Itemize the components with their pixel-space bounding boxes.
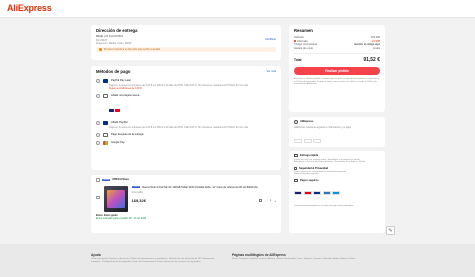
place-order-button[interactable]: Realizar pedido: [294, 67, 380, 75]
product-variant[interactable]: Gris grafito: [132, 191, 277, 194]
store-checkbox[interactable]: [96, 178, 100, 182]
summary-legal-text: Al pulsar en 'Realizar pedido', confirmo…: [294, 78, 380, 86]
paypal-icon: [313, 191, 321, 196]
visa-icon: [109, 109, 114, 112]
radio-button[interactable]: [96, 79, 100, 83]
truck-icon: [294, 154, 298, 158]
card-brand-icons: [96, 99, 276, 117]
payment-method-label: Google Pay: [111, 141, 125, 145]
address-name: Zhnki: [96, 35, 103, 38]
credit-card-icon: [103, 94, 108, 98]
payment-method-paypal-later[interactable]: PayPal Pay Later Paga en 3 meses sin int…: [96, 79, 276, 90]
address-notice: Por favor introduce tu dirección para re…: [96, 46, 276, 52]
payment-method-warn: Sujeto a condiciones de 3,00 €: [109, 87, 142, 90]
card-icon: [294, 179, 298, 183]
radio-button[interactable]: [96, 133, 100, 137]
footer-multilingual-title: Páginas multilingües de AliExpress: [232, 253, 286, 257]
address-title: Dirección de entrega: [96, 28, 138, 33]
paypal-icon: [103, 121, 108, 125]
maestro-icon: [332, 191, 340, 196]
lock-icon: [294, 166, 297, 170]
product-price: 169,32€: [131, 198, 146, 203]
badge-icon: [303, 138, 312, 143]
choice-badge: Choice: [131, 185, 141, 188]
footer-help-title: Ayuda: [91, 253, 101, 257]
aliexpress-logo[interactable]: AliExpress: [7, 3, 52, 13]
protect-card: AliExpress AliExpress mantiene seguras t…: [289, 117, 385, 147]
store-badge: Tienda: [101, 178, 111, 181]
edit-floating-button[interactable]: ✎: [386, 226, 395, 235]
product-image[interactable]: [103, 185, 128, 212]
footer-help-links[interactable]: Centro de ayuda, Disputas y denuncias, P…: [91, 258, 216, 264]
radio-button[interactable]: [96, 141, 100, 145]
payment-method-label: Pago después de la entrega: [111, 133, 144, 137]
product-title[interactable]: Xiaomi Redmi Pad SE 4G 128GB Tablet WiFi…: [142, 186, 258, 190]
footer: Ayuda Centro de ayuda, Disputas y denunc…: [0, 244, 475, 277]
store-card: Tienda XITECH Store Choice Xiaomi Redmi …: [91, 175, 281, 233]
security-title: Seguridad & Privacidad: [299, 166, 329, 170]
protect-desc: AliExpress mantiene seguras tu informaci…: [294, 126, 352, 129]
summary-card: Resumen Subtotal 193,32€ Ahorrado -22,99€ …: [289, 25, 385, 112]
visa-icon: [294, 191, 302, 196]
mastercard-icon: [115, 109, 120, 112]
payment-method-label: PayPal Pay Later: [111, 79, 132, 83]
footer-multilingual-links[interactable]: Ruso, Portugués, Español, Francés, Alemá…: [232, 258, 382, 261]
delivery-guarantee-item: Reembolso si los artículos llegan dañado…: [294, 160, 366, 163]
amex-icon: [322, 191, 331, 196]
guarantees-card: Entrega rápida Cupón de 2,00€ por entreg…: [289, 151, 385, 233]
radio-button[interactable]: [96, 121, 100, 125]
payment-logos: [294, 185, 380, 203]
payment-method-google-pay[interactable]: Google Pay: [96, 141, 276, 145]
google-pay-icon: [103, 141, 108, 145]
badge-icon: [294, 138, 302, 143]
delivery-estimate: Envío estimado para el pedido 09 - 16 oc…: [96, 216, 147, 220]
product-checkbox[interactable]: [96, 195, 100, 199]
change-address-link[interactable]: Modificar: [265, 38, 276, 41]
trust-badges: [294, 132, 380, 150]
payment-title: Métodos de pago: [96, 69, 131, 74]
mastercard-icon: [303, 191, 312, 196]
payment-method-label: Añadir una tarjeta nueva: [111, 94, 140, 98]
quantity-decrease-button[interactable]: −: [265, 199, 267, 203]
tablet-screen: [106, 189, 125, 208]
payments-secure-desc: Con proveedores populares, tus datos de …: [294, 204, 354, 207]
warning-icon: [99, 47, 102, 51]
summary-total: Total 91,52 €: [294, 57, 380, 63]
payment-method-desc: Paga en 3 meses sin intereses de 0,00 € …: [109, 126, 249, 129]
address-notice-text: Por favor introduce tu dirección para re…: [104, 47, 161, 51]
payment-card: Métodos de pago Ver más PayPal Pay Later…: [91, 66, 281, 170]
cash-icon: [103, 133, 108, 137]
payment-method-new-card[interactable]: Añadir una tarjeta nueva: [96, 94, 276, 117]
pencil-icon: ✎: [388, 227, 393, 234]
store-name[interactable]: XITECH Store: [112, 178, 129, 182]
badge-icon: [313, 138, 321, 143]
top-bar: AliExpress: [0, 0, 475, 18]
delivery-guarantee-title: Entrega rápida: [300, 154, 319, 157]
payment-method-paypal[interactable]: Añadir PayPal Paga en 3 meses sin intere…: [96, 121, 276, 129]
summary-row-shipping: Gastos de envío Gratis: [294, 46, 380, 50]
address-phone: +34 2913379661: [103, 35, 124, 38]
discount-icon: [294, 39, 296, 42]
address-card: Dirección de entrega Zhnki +34 291337966…: [91, 25, 281, 60]
trash-icon[interactable]: [259, 198, 263, 203]
payments-secure-title: Pagos seguros: [300, 179, 319, 182]
paypal-icon: [103, 79, 108, 83]
payment-method-pay-on-delivery[interactable]: Pago después de la entrega: [96, 133, 276, 137]
protect-title: AliExpress: [300, 120, 314, 124]
summary-title: Resumen: [294, 28, 313, 33]
radio-button[interactable]: [96, 94, 100, 98]
quantity-stepper: − 1 +: [259, 199, 276, 203]
quantity-value[interactable]: 1: [270, 199, 271, 203]
quantity-increase-button[interactable]: +: [274, 199, 276, 203]
payment-method-label: Añadir PayPal: [111, 121, 128, 125]
shield-icon: [294, 120, 298, 124]
payment-see-all-link[interactable]: Ver más: [266, 70, 276, 73]
security-item: Datos personales seguros: [294, 173, 319, 175]
address-line2: Zhagmerio, Madrid, Spain, 28002: [96, 41, 132, 45]
